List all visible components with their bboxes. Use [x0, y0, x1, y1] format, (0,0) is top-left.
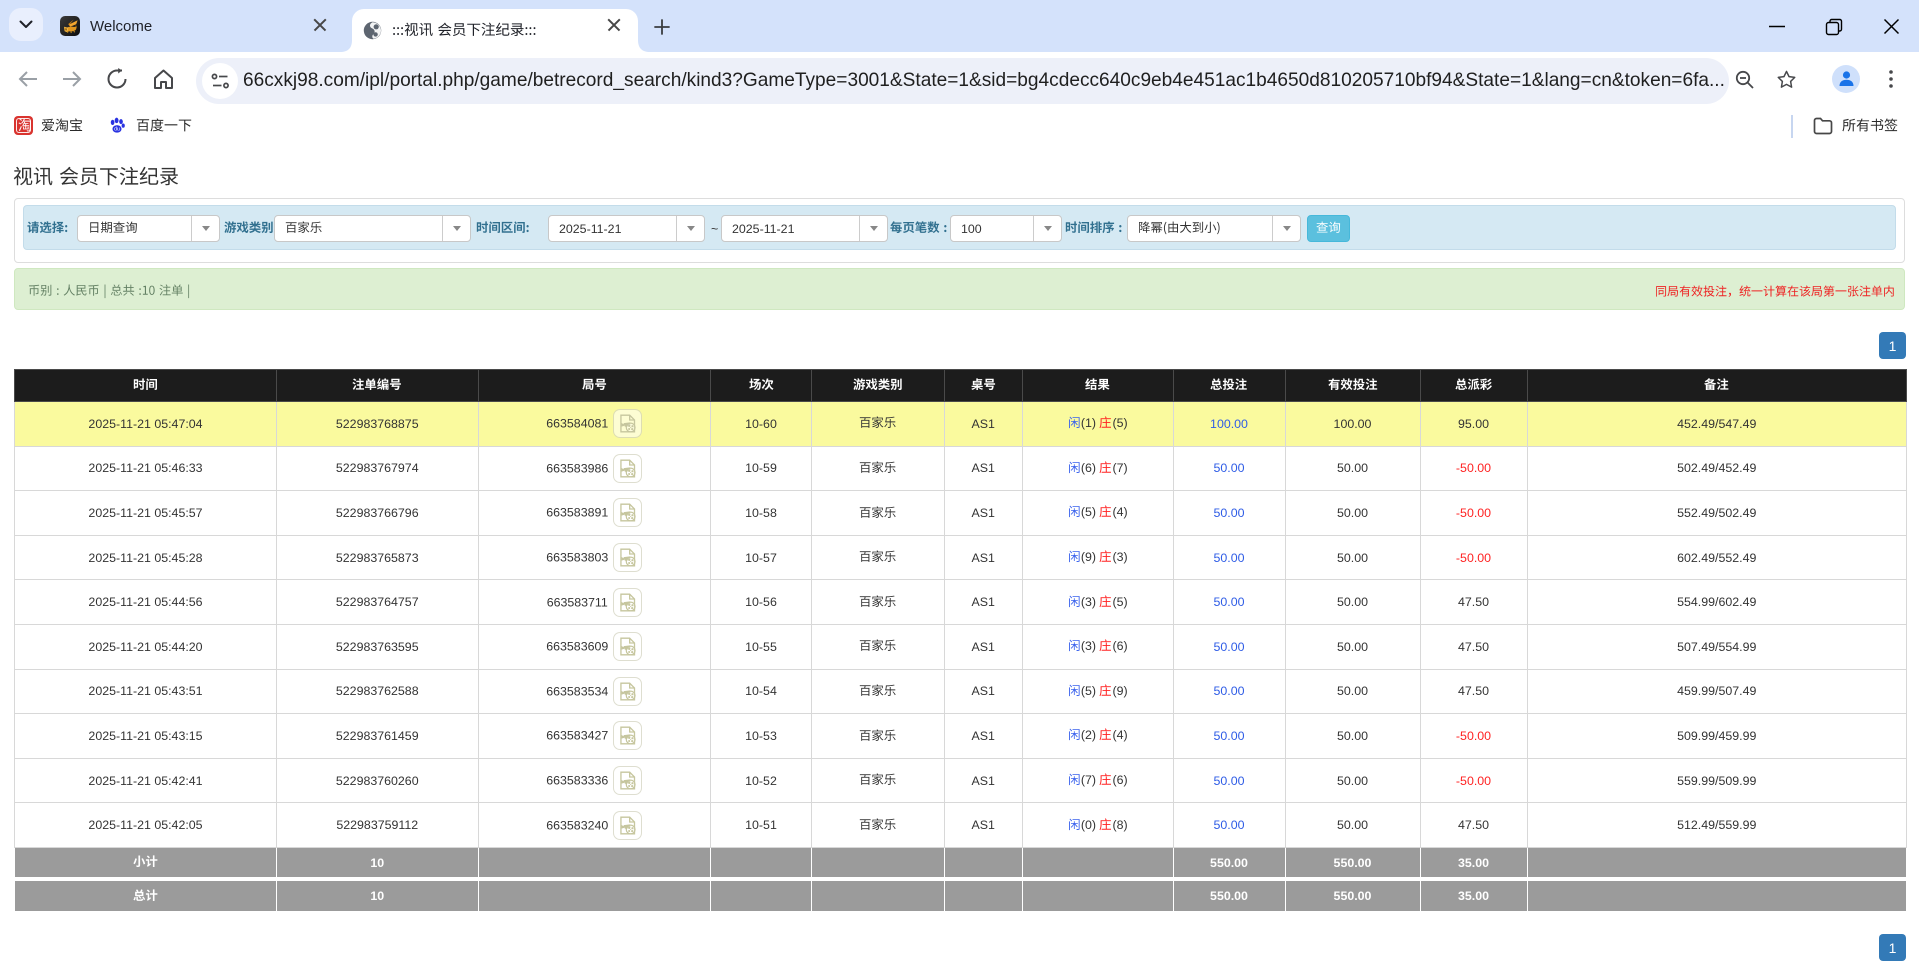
svg-text:du: du — [114, 126, 120, 132]
